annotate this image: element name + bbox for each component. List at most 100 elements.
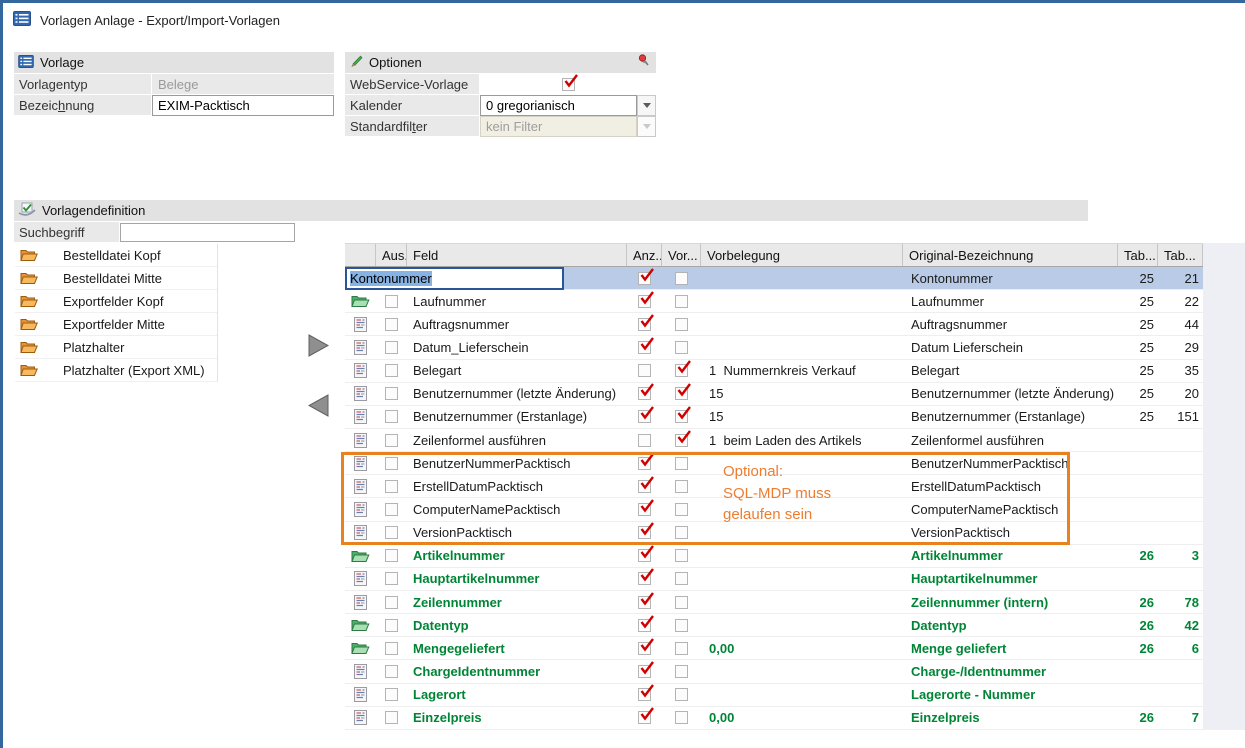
aus-checkbox[interactable] (385, 480, 398, 493)
table-row[interactable]: KontonummerKontonummer2521 (345, 267, 1203, 290)
search-input[interactable] (120, 223, 295, 242)
table-row[interactable]: Einzelpreis0,00Einzelpreis267 (345, 707, 1203, 730)
aus-checkbox[interactable] (385, 364, 398, 377)
folder-item[interactable]: Bestelldatei Mitte (15, 267, 217, 290)
anz-checkbox[interactable] (638, 619, 651, 632)
vor-checkbox[interactable] (675, 503, 688, 516)
aus-checkbox[interactable] (385, 665, 398, 678)
anz-checkbox[interactable] (638, 295, 651, 308)
vor-checkbox[interactable] (675, 596, 688, 609)
aus-checkbox[interactable] (385, 572, 398, 585)
aus-checkbox[interactable] (385, 596, 398, 609)
table-row[interactable]: DatentypDatentyp2642 (345, 614, 1203, 637)
aus-checkbox[interactable] (385, 295, 398, 308)
aus-checkbox[interactable] (385, 526, 398, 539)
bezeichnung-input[interactable]: EXIM-Packtisch (152, 95, 334, 116)
column-header-icon[interactable] (345, 244, 376, 266)
table-row[interactable]: ArtikelnummerArtikelnummer263 (345, 545, 1203, 568)
anz-checkbox[interactable] (638, 596, 651, 609)
move-right-button[interactable] (308, 334, 329, 360)
aus-checkbox[interactable] (385, 711, 398, 724)
anz-checkbox[interactable] (638, 711, 651, 724)
aus-checkbox[interactable] (385, 434, 398, 447)
column-header-vor[interactable]: Vor... (662, 244, 701, 266)
table-row[interactable]: Datum_LieferscheinDatum Lieferschein2529 (345, 336, 1203, 359)
vor-checkbox[interactable] (675, 549, 688, 562)
column-header-vorbelegung[interactable]: Vorbelegung (701, 244, 903, 266)
anz-checkbox[interactable] (638, 549, 651, 562)
column-header-orig[interactable]: Original-Bezeichnung (903, 244, 1118, 266)
vor-checkbox[interactable] (675, 711, 688, 724)
vor-checkbox[interactable] (675, 665, 688, 678)
anz-checkbox[interactable] (638, 387, 651, 400)
anz-checkbox[interactable] (638, 341, 651, 354)
aus-checkbox[interactable] (385, 549, 398, 562)
anz-checkbox[interactable] (638, 572, 651, 585)
column-header-anz[interactable]: Anz... (627, 244, 662, 266)
table-row[interactable]: Zeilenformel ausführen1 beim Laden des A… (345, 429, 1203, 452)
kalender-select[interactable]: 0 gregorianisch (480, 95, 637, 116)
vor-checkbox[interactable] (675, 480, 688, 493)
webservice-checkbox[interactable] (562, 78, 575, 91)
anz-checkbox[interactable] (638, 272, 651, 285)
vor-checkbox[interactable] (675, 410, 688, 423)
vor-checkbox[interactable] (675, 457, 688, 470)
table-row[interactable]: ZeilennummerZeilennummer (intern)2678 (345, 591, 1203, 614)
aus-checkbox[interactable] (385, 457, 398, 470)
table-row[interactable]: LagerortLagerorte - Nummer (345, 684, 1203, 707)
table-row[interactable]: LaufnummerLaufnummer2522 (345, 290, 1203, 313)
table-row[interactable]: AuftragsnummerAuftragsnummer2544 (345, 313, 1203, 336)
vor-checkbox[interactable] (675, 526, 688, 539)
vor-checkbox[interactable] (675, 688, 688, 701)
aus-checkbox[interactable] (385, 341, 398, 354)
vor-checkbox[interactable] (675, 434, 688, 447)
cell-aus (376, 591, 407, 613)
vor-checkbox[interactable] (675, 572, 688, 585)
vor-checkbox[interactable] (675, 642, 688, 655)
anz-checkbox[interactable] (638, 318, 651, 331)
table-row[interactable]: ChargeIdentnummerCharge-/Identnummer (345, 660, 1203, 683)
anz-checkbox[interactable] (638, 503, 651, 516)
aus-checkbox[interactable] (385, 642, 398, 655)
column-header-aus[interactable]: Aus... (376, 244, 407, 266)
anz-checkbox[interactable] (638, 457, 651, 470)
pin-icon[interactable] (638, 54, 650, 71)
column-header-tab1[interactable]: Tab... (1118, 244, 1158, 266)
vor-checkbox[interactable] (675, 318, 688, 331)
anz-checkbox[interactable] (638, 642, 651, 655)
move-left-button[interactable] (308, 394, 329, 420)
table-row[interactable]: Belegart1 Nummernkreis VerkaufBelegart25… (345, 360, 1203, 383)
folder-item[interactable]: Platzhalter (15, 336, 217, 359)
aus-checkbox[interactable] (385, 387, 398, 400)
column-header-feld[interactable]: Feld (407, 244, 627, 266)
column-header-tab2[interactable]: Tab... (1158, 244, 1203, 266)
aus-checkbox[interactable] (385, 318, 398, 331)
vor-checkbox[interactable] (675, 387, 688, 400)
anz-checkbox[interactable] (638, 434, 651, 447)
vor-checkbox[interactable] (675, 341, 688, 354)
table-row[interactable]: Mengegeliefert0,00Menge geliefert266 (345, 637, 1203, 660)
anz-checkbox[interactable] (638, 410, 651, 423)
kalender-dropdown-button[interactable] (637, 95, 656, 116)
folder-item[interactable]: Exportfelder Kopf (15, 290, 217, 313)
folder-item[interactable]: Platzhalter (Export XML) (15, 359, 217, 382)
vor-checkbox[interactable] (675, 619, 688, 632)
table-row[interactable]: Benutzernummer (Erstanlage)15Benutzernum… (345, 406, 1203, 429)
feld-edit-input[interactable]: Kontonummer (345, 267, 564, 290)
folder-item[interactable]: Bestelldatei Kopf (15, 244, 217, 267)
vor-checkbox[interactable] (675, 295, 688, 308)
table-row[interactable]: Benutzernummer (letzte Änderung)15Benutz… (345, 383, 1203, 406)
aus-checkbox[interactable] (385, 619, 398, 632)
vor-checkbox[interactable] (675, 272, 688, 285)
anz-checkbox[interactable] (638, 526, 651, 539)
folder-item[interactable]: Exportfelder Mitte (15, 313, 217, 336)
vor-checkbox[interactable] (675, 364, 688, 377)
anz-checkbox[interactable] (638, 688, 651, 701)
aus-checkbox[interactable] (385, 503, 398, 516)
anz-checkbox[interactable] (638, 364, 651, 377)
anz-checkbox[interactable] (638, 665, 651, 678)
table-row[interactable]: HauptartikelnummerHauptartikelnummer (345, 568, 1203, 591)
anz-checkbox[interactable] (638, 480, 651, 493)
aus-checkbox[interactable] (385, 688, 398, 701)
aus-checkbox[interactable] (385, 410, 398, 423)
